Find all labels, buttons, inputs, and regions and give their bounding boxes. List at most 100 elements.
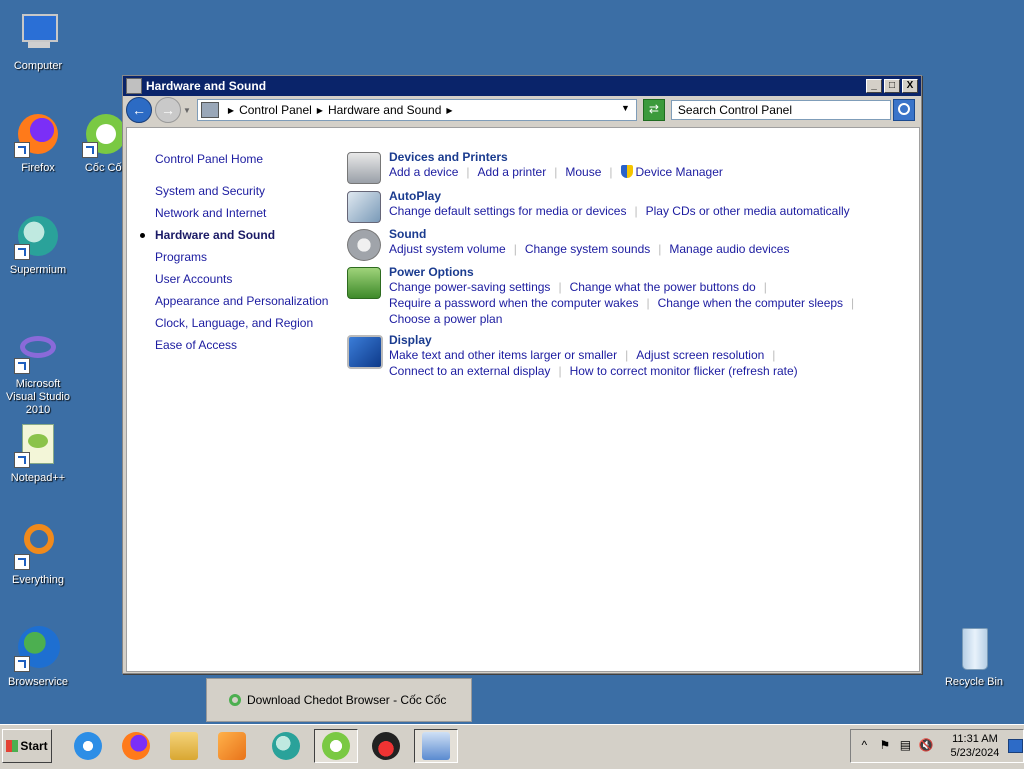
shortcut-arrow-icon (14, 452, 30, 468)
sidebar-item-user-accounts[interactable]: User Accounts (155, 268, 335, 290)
start-button[interactable]: Start (2, 729, 52, 763)
link-play-cds[interactable]: Play CDs or other media automatically (646, 204, 850, 218)
action-center-flag-icon[interactable]: ⚑ (878, 738, 893, 754)
link-add-device[interactable]: Add a device (389, 165, 458, 179)
maximize-button[interactable]: □ (884, 79, 900, 93)
autoplay-icon[interactable] (347, 191, 381, 223)
display-icon[interactable] (347, 335, 383, 369)
category-title[interactable]: Devices and Printers (389, 150, 905, 164)
breadcrumb-hardware-and-sound[interactable]: Hardware and Sound (328, 103, 441, 117)
computer-icon (14, 8, 62, 56)
internet-explorer-icon (74, 732, 102, 760)
link-change-power-buttons[interactable]: Change what the power buttons do (570, 280, 756, 294)
category-power-options: Power Options Change power-saving settin… (345, 265, 905, 333)
breadcrumb-control-panel[interactable]: Control Panel (239, 103, 312, 117)
control-panel-window: Hardware and Sound _ □ X ← → ▼ ▶ Control… (122, 75, 922, 674)
sidebar-item-programs[interactable]: Programs (155, 246, 335, 268)
coccoc-icon (322, 732, 350, 760)
link-change-default-settings[interactable]: Change default settings for media or dev… (389, 204, 626, 218)
printer-icon[interactable] (347, 152, 381, 184)
category-title[interactable]: AutoPlay (389, 189, 905, 203)
search-placeholder: Search Control Panel (677, 103, 792, 117)
desktop-icon-browservice[interactable]: Browservice (0, 624, 76, 689)
link-change-sleep[interactable]: Change when the computer sleeps (658, 296, 843, 310)
minimize-button[interactable]: _ (866, 79, 882, 93)
link-require-password[interactable]: Require a password when the computer wak… (389, 296, 638, 310)
show-desktop-button[interactable] (1008, 739, 1023, 753)
refresh-button[interactable]: ⇄ (642, 99, 665, 121)
sidebar-item-system-and-security[interactable]: System and Security (155, 180, 335, 202)
control-panel-icon (200, 102, 219, 118)
link-external-display[interactable]: Connect to an external display (389, 364, 550, 378)
category-title[interactable]: Sound (389, 227, 905, 241)
link-manage-audio-devices[interactable]: Manage audio devices (669, 242, 789, 256)
link-screen-resolution[interactable]: Adjust screen resolution (636, 348, 764, 362)
desktop-icon-label: Firefox (21, 162, 55, 174)
address-dropdown-icon[interactable]: ▼ (621, 103, 630, 113)
network-icon[interactable]: ▤ (898, 738, 913, 754)
breadcrumb-chevron-icon[interactable]: ▶ (317, 106, 323, 115)
taskbar-control-panel[interactable] (414, 729, 458, 763)
volume-muted-icon[interactable]: 🔇 (919, 738, 934, 754)
desktop-icon-notepadpp[interactable]: Notepad++ (0, 420, 76, 485)
desktop-icon-supermium[interactable]: Supermium (0, 212, 76, 277)
category-title[interactable]: Display (389, 333, 905, 347)
sidebar-item-control-panel-home[interactable]: Control Panel Home (155, 148, 335, 170)
category-title[interactable]: Power Options (389, 265, 905, 279)
desktop-icon-computer[interactable]: Computer (0, 8, 76, 73)
breadcrumb-chevron-icon[interactable]: ▶ (446, 106, 452, 115)
taskbar-supermium[interactable] (264, 729, 308, 763)
angry-bird-icon (372, 732, 400, 760)
sidebar-item-network-and-internet[interactable]: Network and Internet (155, 202, 335, 224)
taskbar-file-explorer[interactable] (162, 729, 206, 763)
forward-button[interactable]: → (155, 97, 181, 123)
desktop-icon-label: Microsoft Visual Studio 2010 (5, 378, 70, 416)
sidebar-item-clock-language-region[interactable]: Clock, Language, and Region (155, 312, 335, 334)
shortcut-arrow-icon (14, 142, 30, 158)
taskbar-angry-bird[interactable] (364, 729, 408, 763)
title-bar[interactable]: Hardware and Sound _ □ X (123, 76, 921, 96)
show-hidden-icons-chevron-icon[interactable]: ^ (857, 738, 872, 754)
media-player-icon (218, 732, 246, 760)
desktop-icon-everything[interactable]: Everything (0, 522, 76, 587)
taskbar-media-player[interactable] (210, 729, 254, 763)
close-button[interactable]: X (902, 79, 918, 93)
taskbar-firefox[interactable] (114, 729, 158, 763)
link-mouse[interactable]: Mouse (565, 165, 601, 179)
file-explorer-icon (170, 732, 198, 760)
desktop-icon-label: Supermium (9, 264, 67, 276)
visual-studio-icon (14, 326, 62, 374)
content-area: Control Panel Home System and Security N… (126, 127, 920, 672)
desktop-icon-visual-studio[interactable]: Microsoft Visual Studio 2010 (0, 326, 76, 417)
desktop-icon-label: Computer (13, 60, 63, 72)
recent-pages-dropdown[interactable]: ▼ (183, 106, 191, 115)
clock[interactable]: 11:31 AM 5/23/2024 (948, 732, 1003, 760)
back-button[interactable]: ← (126, 97, 152, 123)
link-adjust-volume[interactable]: Adjust system volume (389, 242, 506, 256)
link-text-size[interactable]: Make text and other items larger or smal… (389, 348, 617, 362)
link-change-power-saving[interactable]: Change power-saving settings (389, 280, 550, 294)
link-add-printer[interactable]: Add a printer (478, 165, 547, 179)
search-input[interactable]: Search Control Panel (670, 100, 891, 120)
windows-logo-icon (6, 740, 19, 752)
breadcrumb-chevron-icon[interactable]: ▶ (228, 106, 234, 115)
link-monitor-flicker[interactable]: How to correct monitor flicker (refresh … (570, 364, 798, 378)
desktop-icon-firefox[interactable]: Firefox (0, 110, 76, 175)
link-device-manager[interactable]: Device Manager (636, 165, 723, 179)
taskbar-preview-popup[interactable]: Download Chedot Browser - Cốc Cốc (206, 678, 472, 722)
sidebar-item-hardware-and-sound[interactable]: Hardware and Sound (140, 224, 335, 246)
category-list: Devices and Printers Add a device | Add a … (345, 150, 905, 385)
taskbar-internet-explorer[interactable] (66, 729, 110, 763)
speaker-icon[interactable] (347, 229, 381, 261)
address-bar[interactable]: ▶ Control Panel ▶ Hardware and Sound ▶ ▼ (196, 99, 637, 121)
taskbar-coccoc[interactable] (314, 729, 358, 763)
sidebar-item-appearance[interactable]: Appearance and Personalization (155, 290, 335, 312)
supermium-icon (14, 212, 62, 260)
link-choose-power-plan[interactable]: Choose a power plan (389, 312, 502, 326)
desktop-icon-recycle-bin[interactable]: Recycle Bin (936, 624, 1012, 689)
link-change-system-sounds[interactable]: Change system sounds (525, 242, 650, 256)
search-button[interactable] (892, 99, 915, 121)
power-options-icon[interactable] (347, 267, 381, 299)
desktop-icon-label: Recycle Bin (944, 676, 1004, 688)
sidebar-item-ease-of-access[interactable]: Ease of Access (155, 334, 335, 356)
